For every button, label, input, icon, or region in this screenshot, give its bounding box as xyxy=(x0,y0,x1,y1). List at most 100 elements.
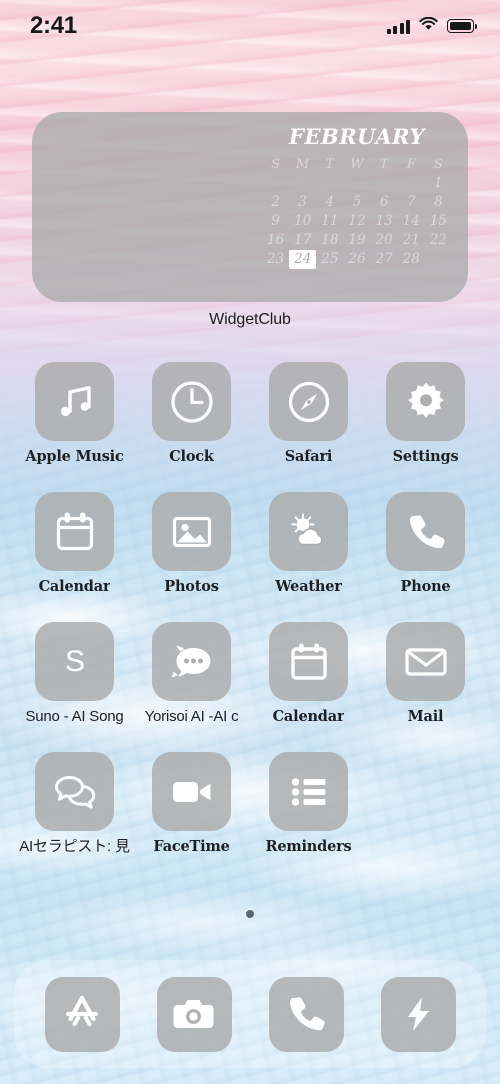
calendar-weekday-6: S xyxy=(433,157,443,172)
calendar-weekday-2: T xyxy=(325,157,335,172)
calendar-month-title: FEBRUARY xyxy=(289,124,425,149)
calendar-empty-cell: . xyxy=(289,174,316,193)
calendar-day-cell: 13 xyxy=(375,213,393,229)
calendar-day-cell: 19 xyxy=(348,232,366,248)
calendar-weekday-3: W xyxy=(350,157,364,172)
dock-app-shortcuts[interactable] xyxy=(380,976,456,1052)
calendar-widget[interactable]: FEBRUARY SMTWTFS......123456789101112131… xyxy=(32,112,468,302)
app-ai[interactable]: AIセラピスト: 見 xyxy=(16,752,133,856)
app-yorisoi-ai-ai-c[interactable]: Yorisoi AI -AI c xyxy=(133,622,250,726)
dock-app-phone[interactable] xyxy=(268,976,344,1052)
calendar-day-cell: 14 xyxy=(402,213,420,229)
calendar-day-cell: 21 xyxy=(402,232,420,248)
envelope-icon[interactable] xyxy=(386,622,465,701)
chat-bubbles-icon[interactable] xyxy=(35,752,114,831)
cellular-signal-icon xyxy=(386,19,410,34)
app-label: Mail xyxy=(407,708,444,725)
photos-icon[interactable] xyxy=(152,492,231,571)
calendar-weekday-5: F xyxy=(406,157,416,172)
app-phone[interactable]: Phone xyxy=(367,492,484,596)
app-label: Calendar xyxy=(38,578,111,595)
app-label: Suno - AI Song xyxy=(25,708,124,725)
app-suno-ai-song[interactable]: S Suno - AI Song xyxy=(16,622,133,726)
calendar-day-cell: 6 xyxy=(379,194,389,210)
app-photos[interactable]: Photos xyxy=(133,492,250,596)
calendar-day-cell: 27 xyxy=(375,251,393,267)
calendar-day-cell: 12 xyxy=(348,213,366,229)
calendar-day-cell: 23 xyxy=(266,251,285,267)
app-label: Settings xyxy=(392,448,459,465)
calendar-day-cell: 5 xyxy=(352,194,362,210)
gear-icon[interactable] xyxy=(386,362,465,441)
app-calendar[interactable]: Calendar xyxy=(250,622,367,726)
app-row-2: Calendar Photos Weather Phone xyxy=(0,492,500,596)
video-camera-icon[interactable] xyxy=(152,752,231,831)
status-bar-clock: 2:41 xyxy=(30,12,77,39)
app-calendar[interactable]: Calendar xyxy=(16,492,133,596)
status-bar: 2:41 xyxy=(0,0,500,52)
app-label: FaceTime xyxy=(153,838,230,855)
calendar-day-cell: 7 xyxy=(406,194,416,210)
iphone-home-screen: 2:41 FEBRUARY SMTWTFS......1234567891011… xyxy=(0,0,500,1084)
calendar-day-cell: 8 xyxy=(434,194,443,210)
app-reminders[interactable]: Reminders xyxy=(250,752,367,856)
widget-container[interactable]: FEBRUARY SMTWTFS......123456789101112131… xyxy=(32,112,468,329)
dock-app-app-store[interactable] xyxy=(44,976,120,1052)
calendar-day-cell: 16 xyxy=(266,232,285,248)
app-label: Apple Music xyxy=(25,448,124,465)
calendar-day-cell: 20 xyxy=(375,232,393,248)
calendar-weekday-1: M xyxy=(296,157,310,172)
phone-handset-icon[interactable] xyxy=(386,492,465,571)
clock-icon[interactable] xyxy=(152,362,231,441)
app-clock[interactable]: Clock xyxy=(133,362,250,466)
calendar-empty-cell: . xyxy=(343,174,370,193)
music-note-icon[interactable] xyxy=(35,362,114,441)
app-label: Photos xyxy=(164,578,219,595)
calendar-day-cell: 22 xyxy=(429,232,447,248)
app-weather[interactable]: Weather xyxy=(250,492,367,596)
app-row-3: S Suno - AI Song Yorisoi AI -AI c Calend… xyxy=(0,622,500,726)
page-indicator[interactable] xyxy=(0,910,500,918)
calendar-day-cell: 1 xyxy=(434,175,443,191)
calendar-widget-content: FEBRUARY SMTWTFS......123456789101112131… xyxy=(262,124,452,269)
app-safari[interactable]: Safari xyxy=(250,362,367,466)
compass-icon[interactable] xyxy=(269,362,348,441)
calendar-icon[interactable] xyxy=(35,492,114,571)
calendar-day-cell: 2 xyxy=(271,194,280,210)
app-row-1: Apple Music Clock Safari Settings xyxy=(0,362,500,466)
calendar-empty-cell: . xyxy=(262,174,289,193)
app-label: Weather xyxy=(275,578,342,595)
app-label: Calendar xyxy=(272,708,345,725)
app-facetime[interactable]: FaceTime xyxy=(133,752,250,856)
wifi-icon xyxy=(419,16,438,36)
calendar-weekday-4: T xyxy=(379,157,389,172)
app-mail[interactable]: Mail xyxy=(367,622,484,726)
app-label: AIセラピスト: 見 xyxy=(19,838,130,855)
calendar-empty-cell: . xyxy=(371,174,398,193)
calendar-blank-icon[interactable] xyxy=(269,622,348,701)
sun-cloud-icon[interactable] xyxy=(269,492,348,571)
calendar-day-cell: 10 xyxy=(294,213,312,229)
calendar-day-cell: 25 xyxy=(321,251,339,267)
letter-s-icon[interactable]: S xyxy=(35,622,114,701)
app-settings[interactable]: Settings xyxy=(367,362,484,466)
checklist-icon[interactable] xyxy=(269,752,348,831)
rocket-chat-icon[interactable] xyxy=(152,622,231,701)
page-dot-1[interactable] xyxy=(246,910,254,918)
app-label: Safari xyxy=(284,448,333,465)
calendar-empty-cell: . xyxy=(398,174,425,193)
calendar-day-grid: SMTWTFS......123456789101112131415161718… xyxy=(262,155,452,269)
calendar-day-cell: 26 xyxy=(348,251,366,267)
app-grid: Apple Music Clock Safari Settings Calend… xyxy=(0,362,500,882)
calendar-empty-cell: . xyxy=(316,174,343,193)
calendar-day-cell: 18 xyxy=(321,232,339,248)
svg-text:S: S xyxy=(64,645,84,678)
calendar-today-cell: 24 xyxy=(289,250,317,269)
dock-app-camera[interactable] xyxy=(156,976,232,1052)
calendar-weekday-0: S xyxy=(271,157,281,172)
app-apple-music[interactable]: Apple Music xyxy=(16,362,133,466)
calendar-day-cell: 9 xyxy=(271,213,280,229)
app-row-4: AIセラピスト: 見 FaceTime Reminders xyxy=(0,752,500,856)
calendar-day-cell: 4 xyxy=(325,194,335,210)
calendar-day-cell: 28 xyxy=(402,251,420,267)
